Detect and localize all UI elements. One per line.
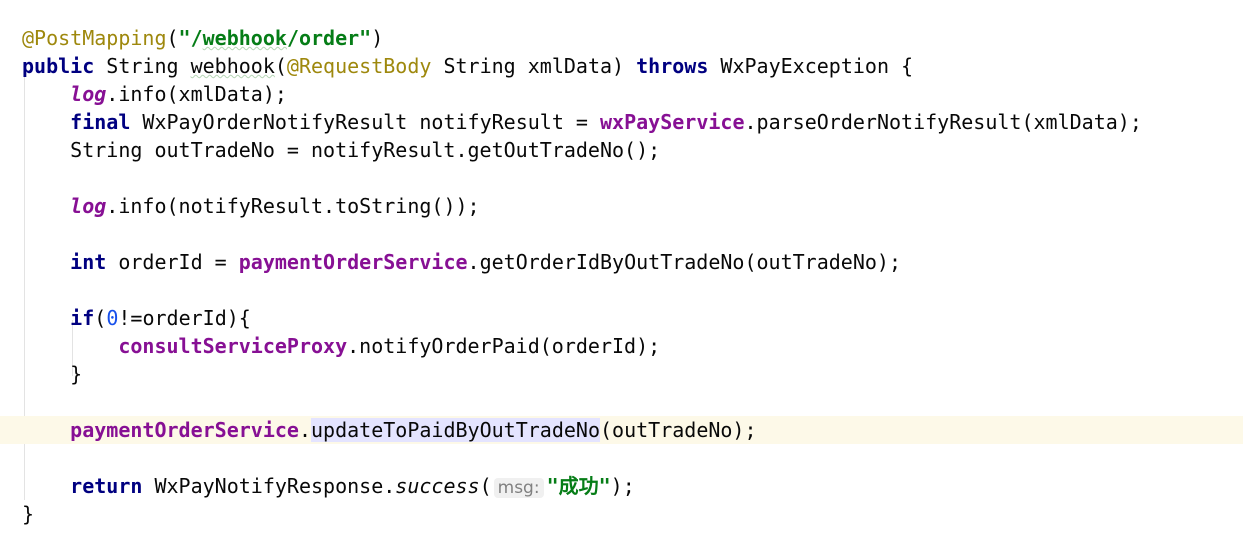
- code-line[interactable]: log.info(notifyResult.toString());: [0, 192, 1243, 220]
- code-token: .parseOrderNotifyResult(xmlData);: [744, 110, 1142, 134]
- code-line[interactable]: consultServiceProxy.notifyOrderPaid(orde…: [0, 332, 1243, 360]
- code-token: throws: [636, 54, 709, 78]
- code-token: webhook: [190, 54, 275, 78]
- code-line[interactable]: [0, 276, 1243, 304]
- code-token: public: [22, 54, 95, 78]
- code-token: .info(notifyResult.toString());: [106, 194, 480, 218]
- code-line[interactable]: [0, 164, 1243, 192]
- code-token: paymentOrderService: [70, 418, 299, 442]
- code-token: }: [22, 502, 35, 526]
- code-token: updateToPaidByOutTradeNo: [311, 418, 600, 442]
- code-token: String outTradeNo = notifyResult.getOutT…: [22, 138, 661, 162]
- code-token: /order": [286, 26, 372, 50]
- code-line[interactable]: [0, 388, 1243, 416]
- code-line[interactable]: public String webhook(@RequestBody Strin…: [0, 52, 1243, 80]
- code-line[interactable]: }: [0, 500, 1243, 528]
- code-token: paymentOrderService: [238, 250, 468, 274]
- code-token: (: [479, 474, 492, 498]
- code-line[interactable]: if(0!=orderId){: [0, 304, 1243, 332]
- code-token: if: [70, 306, 95, 330]
- code-token: String xmlData): [431, 54, 637, 78]
- code-line[interactable]: }: [0, 360, 1243, 388]
- code-token: .getOrderIdByOutTradeNo(outTradeNo);: [467, 250, 902, 274]
- code-token: WxPayNotifyResponse.: [142, 474, 396, 498]
- code-token: .: [298, 418, 311, 442]
- code-token: success: [395, 474, 480, 498]
- code-line[interactable]: final WxPayOrderNotifyResult notifyResul…: [0, 108, 1243, 136]
- code-token: !=orderId){: [118, 306, 251, 330]
- code-token: .notifyOrderPaid(orderId);: [347, 334, 661, 358]
- code-token: @PostMapping: [22, 26, 167, 50]
- code-token: .info(xmlData);: [106, 82, 287, 106]
- code-token: final: [70, 110, 131, 134]
- code-token: ): [371, 26, 384, 50]
- code-token: WxPayException {: [708, 54, 914, 78]
- code-line[interactable]: return WxPayNotifyResponse.success(msg: "…: [0, 472, 1243, 500]
- code-token: int: [70, 250, 107, 274]
- code-token: "成功": [546, 474, 611, 498]
- code-line[interactable]: log.info(xmlData);: [0, 80, 1243, 108]
- code-line[interactable]: int orderId = paymentOrderService.getOrd…: [0, 248, 1243, 276]
- code-token: consultServiceProxy: [118, 334, 348, 358]
- code-token: (: [166, 26, 179, 50]
- code-token: }: [22, 362, 83, 386]
- code-line-current[interactable]: paymentOrderService.updateToPaidByOutTra…: [0, 416, 1243, 444]
- code-token: return: [70, 474, 143, 498]
- code-token: );: [610, 474, 635, 498]
- code-editor[interactable]: @PostMapping("/webhook/order") public Str…: [0, 24, 1243, 528]
- code-token: 0: [106, 306, 119, 330]
- code-line[interactable]: @PostMapping("/webhook/order"): [0, 24, 1243, 52]
- code-token: log: [70, 82, 107, 106]
- code-line[interactable]: [0, 220, 1243, 248]
- code-line[interactable]: String outTradeNo = notifyResult.getOutT…: [0, 136, 1243, 164]
- code-token: log: [70, 194, 107, 218]
- code-token: (: [94, 306, 107, 330]
- code-token: WxPayOrderNotifyResult notifyResult =: [130, 110, 600, 134]
- code-line[interactable]: [0, 444, 1243, 472]
- code-token: orderId =: [106, 250, 239, 274]
- parameter-hint: msg:: [493, 478, 544, 498]
- code-token: "/: [178, 26, 203, 50]
- code-token: String: [94, 54, 191, 78]
- code-token: webhook: [202, 26, 287, 50]
- code-token: (outTradeNo);: [599, 418, 757, 442]
- code-token: (: [274, 54, 287, 78]
- code-token: @RequestBody: [286, 54, 432, 78]
- code-token: wxPayService: [600, 110, 745, 134]
